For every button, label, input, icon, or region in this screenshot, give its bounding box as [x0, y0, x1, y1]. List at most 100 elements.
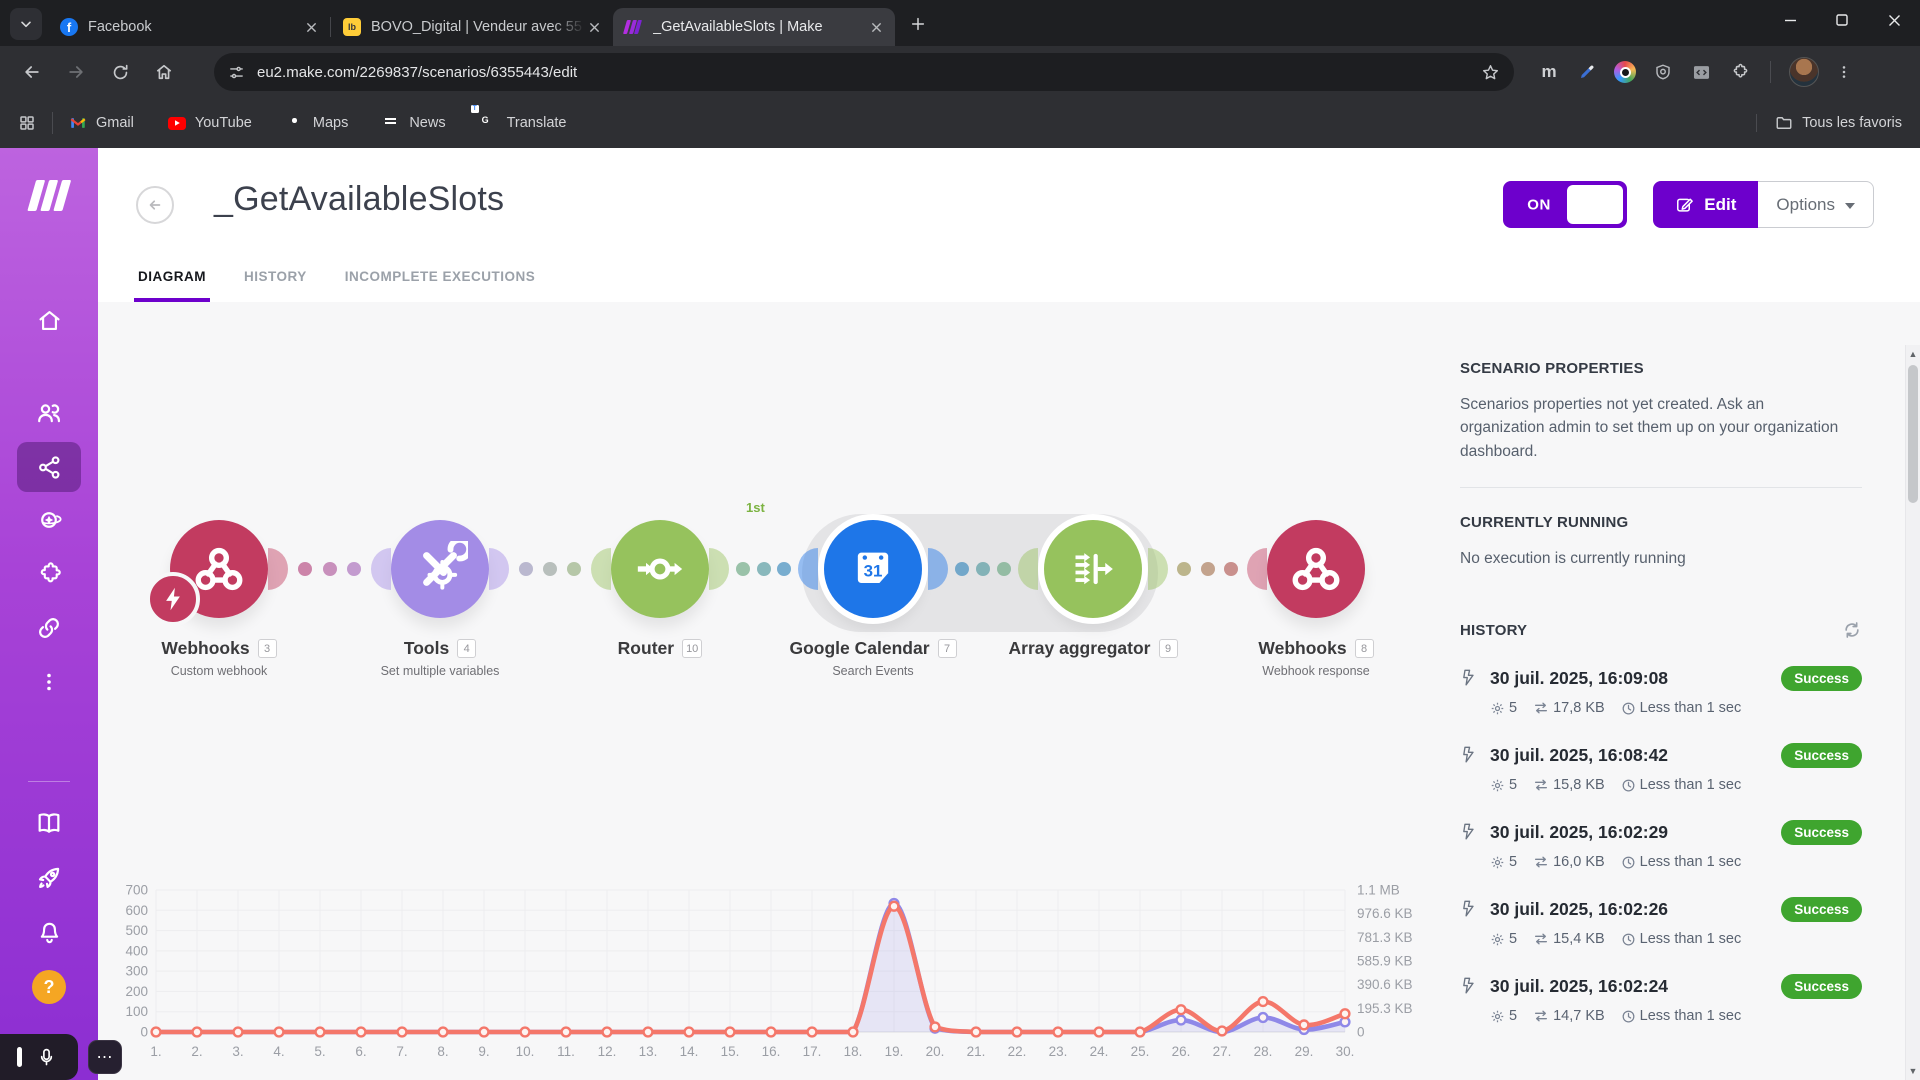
bookmark-youtube[interactable]: YouTube [168, 114, 252, 132]
apps-grid-icon[interactable] [18, 114, 36, 132]
execution-date[interactable]: 30 juil. 2025, 16:02:26 [1490, 899, 1781, 920]
clock-icon [1621, 701, 1636, 716]
tab-diagram[interactable]: DIAGRAM [138, 269, 206, 302]
extensions-puzzle-icon[interactable] [1726, 59, 1752, 85]
scroll-up-arrow[interactable]: ▲ [1906, 349, 1920, 359]
sidebar-item-onboarding[interactable] [17, 853, 81, 903]
close-tab-icon[interactable] [302, 18, 320, 36]
back-to-scenarios-button[interactable] [136, 186, 174, 224]
sidebar-item-help[interactable]: ? [17, 962, 81, 1012]
execution-lightning-icon [1460, 823, 1477, 842]
scrollbar-thumb[interactable] [1908, 365, 1918, 503]
close-tab-icon[interactable] [867, 18, 885, 36]
connector-bump [591, 548, 611, 590]
browser-tab[interactable]: fFacebook [48, 8, 330, 46]
sidebar-item-more[interactable] [17, 657, 81, 707]
bookmark-label: YouTube [195, 115, 252, 131]
bookmark-maps[interactable]: Maps [286, 114, 348, 132]
bookmark-gmail[interactable]: Gmail [69, 114, 134, 132]
sidebar-item-scenarios[interactable] [17, 442, 81, 492]
edit-pencil-icon [1675, 195, 1694, 214]
diagram-canvas[interactable]: Webhooks3Custom webhookTools4Set multipl… [98, 302, 1920, 1080]
browser-tab[interactable]: _GetAvailableSlots | Make [613, 8, 895, 46]
scheduling-toggle[interactable]: ON [1503, 181, 1627, 228]
extension-shield-icon[interactable] [1650, 59, 1676, 85]
sidebar-item-team[interactable] [17, 388, 81, 438]
browser-menu-button[interactable] [1831, 59, 1857, 85]
module-circle[interactable] [170, 520, 268, 618]
module-sublabel: Set multiple variables [330, 664, 550, 678]
new-tab-button[interactable] [903, 9, 933, 39]
bookmark-translate[interactable]: Translate [480, 114, 567, 132]
bookmark-star-icon[interactable] [1481, 63, 1500, 82]
svg-text:781.3 KB: 781.3 KB [1357, 930, 1413, 945]
url-text[interactable]: eu2.make.com/2269837/scenarios/6355443/e… [257, 64, 1481, 81]
reload-button[interactable] [102, 54, 138, 90]
bookmark-label: Gmail [96, 115, 134, 131]
all-bookmarks[interactable]: Tous les favoris [1756, 114, 1902, 132]
tab-history[interactable]: HISTORY [244, 269, 307, 302]
forward-button[interactable] [58, 54, 94, 90]
url-bar[interactable]: eu2.make.com/2269837/scenarios/6355443/e… [214, 53, 1514, 91]
sidebar-item-home[interactable] [17, 295, 81, 345]
tab-incomplete-executions[interactable]: INCOMPLETE EXECUTIONS [345, 269, 536, 302]
home-button[interactable] [146, 54, 182, 90]
browser-chrome: fFacebooklbBOVO_Digital | Vendeur avec 5… [0, 0, 1920, 148]
extension-code-icon[interactable] [1688, 59, 1714, 85]
dictation-widget[interactable] [0, 1034, 78, 1080]
site-settings-icon[interactable] [228, 64, 245, 81]
sidebar-item-notifications[interactable] [17, 907, 81, 957]
module-label: Google Calendar7 [763, 638, 983, 659]
minimize-button[interactable] [1764, 0, 1816, 40]
sidebar-item-apps[interactable] [17, 549, 81, 599]
execution-date[interactable]: 30 juil. 2025, 16:02:24 [1490, 976, 1781, 997]
module-circle[interactable]: 31 [824, 520, 922, 618]
translate-icon [480, 114, 498, 132]
toggle-knob[interactable] [1567, 185, 1623, 224]
profile-avatar[interactable] [1789, 57, 1819, 87]
refresh-icon[interactable] [1842, 620, 1862, 640]
execution-date[interactable]: 30 juil. 2025, 16:08:42 [1490, 745, 1781, 766]
duration: Less than 1 sec [1640, 1008, 1742, 1024]
close-window-button[interactable] [1868, 0, 1920, 40]
sidebar-item-connections[interactable] [17, 603, 81, 653]
widget-more-button[interactable]: ⋯ [88, 1040, 122, 1074]
maximize-button[interactable] [1816, 0, 1868, 40]
execution-date[interactable]: 30 juil. 2025, 16:09:08 [1490, 668, 1781, 689]
module-circle[interactable] [391, 520, 489, 618]
tab-search-button[interactable] [10, 8, 42, 40]
sidebar-item-resources[interactable] [17, 798, 81, 848]
module-circle[interactable] [611, 520, 709, 618]
currently-running-title: CURRENTLY RUNNING [1460, 514, 1862, 531]
operations-gear-icon [1490, 932, 1505, 947]
module-circle[interactable] [1267, 520, 1365, 618]
tab-title: _GetAvailableSlots | Make [653, 19, 867, 35]
svg-text:29.: 29. [1295, 1044, 1314, 1059]
microphone-icon[interactable] [36, 1047, 57, 1068]
connector-bump [1018, 548, 1038, 590]
history-entry[interactable]: 30 juil. 2025, 16:09:08Success517,8 KBLe… [1460, 666, 1862, 716]
history-entry[interactable]: 30 juil. 2025, 16:08:42Success515,8 KBLe… [1460, 743, 1862, 793]
panel-scrollbar[interactable]: ▲ ▼ [1905, 345, 1920, 1080]
history-entry[interactable]: 30 juil. 2025, 16:02:26Success515,4 KBLe… [1460, 897, 1862, 947]
make-logo[interactable] [32, 180, 67, 211]
extension-m-icon[interactable]: m [1536, 59, 1562, 85]
aggregator-icon [1065, 541, 1121, 597]
extension-picker-icon[interactable] [1574, 59, 1600, 85]
extension-colorwheel-icon[interactable] [1612, 59, 1638, 85]
execution-date[interactable]: 30 juil. 2025, 16:02:29 [1490, 822, 1781, 843]
svg-text:28.: 28. [1254, 1044, 1273, 1059]
connector-dot [976, 562, 990, 576]
scroll-down-arrow[interactable]: ▼ [1906, 1066, 1920, 1076]
edit-button[interactable]: Edit [1653, 181, 1758, 228]
browser-tab[interactable]: lbBOVO_Digital | Vendeur avec 55 [331, 8, 613, 46]
bookmark-news[interactable]: News [382, 114, 445, 132]
sidebar-item-ai[interactable] [17, 495, 81, 545]
svg-text:24.: 24. [1090, 1044, 1109, 1059]
back-button[interactable] [14, 54, 50, 90]
options-button[interactable]: Options [1758, 181, 1874, 228]
history-entry[interactable]: 30 juil. 2025, 16:02:24Success514,7 KBLe… [1460, 974, 1862, 1024]
close-tab-icon[interactable] [585, 18, 603, 36]
history-entry[interactable]: 30 juil. 2025, 16:02:29Success516,0 KBLe… [1460, 820, 1862, 870]
module-circle[interactable] [1044, 520, 1142, 618]
